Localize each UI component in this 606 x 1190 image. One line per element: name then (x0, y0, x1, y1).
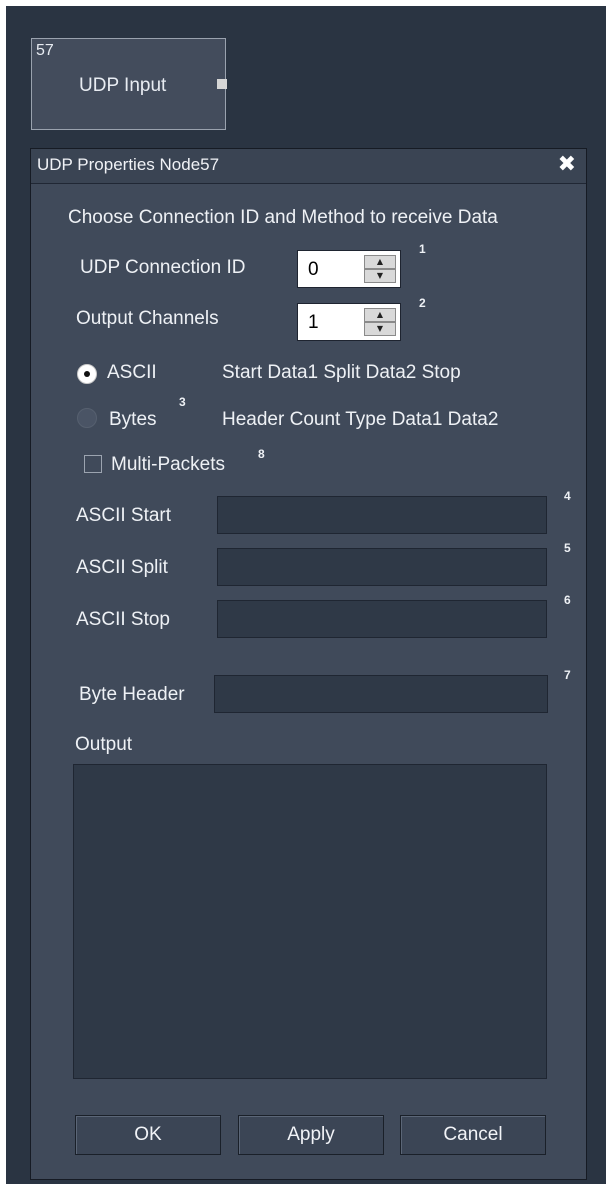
ascii-split-label: ASCII Split (76, 557, 168, 578)
output-textarea[interactable] (73, 764, 547, 1079)
dialog-title: UDP Properties Node57 (37, 155, 220, 174)
spin-down-icon[interactable]: ▼ (364, 269, 396, 283)
byte-header-note: 7 (564, 668, 571, 682)
node-canvas[interactable]: 57 UDP Input UDP Properties Node57 ✖ Cho… (6, 6, 606, 1184)
ascii-start-field[interactable] (217, 496, 547, 534)
output-channels-label: Output Channels (76, 308, 219, 329)
connection-id-note: 1 (419, 242, 426, 256)
output-channels-input[interactable] (308, 312, 360, 334)
bytes-note: 3 (179, 395, 186, 409)
output-channels-note: 2 (419, 296, 426, 310)
output-label: Output (75, 734, 133, 755)
ascii-radio[interactable] (77, 364, 97, 384)
byte-header-field[interactable] (214, 675, 548, 713)
multi-packets-checkbox[interactable] (84, 455, 102, 473)
ascii-stop-note: 6 (564, 593, 571, 607)
spin-up-icon[interactable]: ▲ (364, 308, 396, 322)
dialog-titlebar[interactable]: UDP Properties Node57 ✖ (31, 149, 586, 184)
udp-input-node[interactable]: 57 UDP Input (31, 38, 227, 130)
spin-down-icon[interactable]: ▼ (364, 322, 396, 336)
ascii-stop-field[interactable] (217, 600, 547, 638)
close-icon[interactable]: ✖ (558, 152, 576, 177)
ascii-radio-label[interactable]: ASCII (107, 362, 157, 384)
instruction-text: Choose Connection ID and Method to recei… (68, 207, 498, 228)
connection-id-label: UDP Connection ID (80, 257, 246, 278)
output-channels-spinner[interactable]: ▲ ▼ (297, 303, 401, 341)
ascii-start-label: ASCII Start (76, 505, 172, 526)
connection-id-spinner[interactable]: ▲ ▼ (297, 250, 401, 288)
ascii-start-note: 4 (564, 489, 571, 503)
bytes-radio[interactable] (77, 408, 97, 428)
bytes-format-text: Header Count Type Data1 Data2 (222, 409, 499, 430)
connection-id-input[interactable] (308, 259, 360, 281)
multi-packets-note: 8 (258, 447, 265, 461)
ascii-stop-label: ASCII Stop (76, 609, 170, 630)
udp-properties-dialog: UDP Properties Node57 ✖ Choose Connectio… (30, 148, 587, 1180)
output-port-icon[interactable] (217, 79, 227, 89)
ok-button[interactable]: OK (75, 1115, 221, 1155)
cancel-button[interactable]: Cancel (400, 1115, 546, 1155)
ascii-split-note: 5 (564, 541, 571, 555)
multi-packets-label[interactable]: Multi-Packets (111, 454, 225, 476)
node-id: 57 (36, 42, 54, 59)
ascii-format-text: Start Data1 Split Data2 Stop (222, 362, 461, 383)
ascii-split-field[interactable] (217, 548, 547, 586)
node-title: UDP Input (79, 75, 167, 96)
apply-button[interactable]: Apply (238, 1115, 384, 1155)
spin-up-icon[interactable]: ▲ (364, 255, 396, 269)
byte-header-label: Byte Header (79, 684, 185, 705)
bytes-radio-label[interactable]: Bytes (109, 409, 157, 431)
